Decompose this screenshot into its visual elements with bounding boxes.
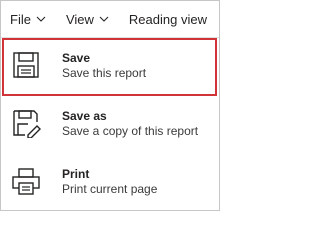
view-menu-label: View: [65, 11, 94, 27]
save-option-description: Save this report: [62, 66, 147, 80]
reading-view-label: Reading view: [128, 11, 207, 27]
save-option-title: Save: [62, 51, 91, 65]
print-icon: [12, 168, 40, 195]
view-menu[interactable]: View: [60, 1, 115, 37]
chevron-down-icon: [99, 16, 109, 22]
menu-bar: File View Reading view: [1, 1, 219, 38]
file-menu[interactable]: File: [1, 1, 52, 37]
save-as-option-title: Save as: [62, 109, 107, 123]
save-icon: [13, 52, 39, 78]
reading-view-button[interactable]: Reading view: [123, 1, 213, 37]
save-as-option[interactable]: Save as Save a copy of this report: [1, 96, 219, 154]
chevron-down-icon: [36, 16, 46, 22]
save-as-icon: [13, 110, 41, 138]
print-option-title: Print: [62, 167, 90, 181]
file-dropdown: Save Save this report Save as Save a cop…: [1, 38, 219, 212]
save-as-option-description: Save a copy of this report: [62, 124, 199, 138]
save-option[interactable]: Save Save this report: [2, 38, 217, 96]
file-menu-label: File: [10, 11, 31, 27]
print-option[interactable]: Print Print current page: [1, 154, 219, 212]
print-option-description: Print current page: [62, 182, 158, 196]
